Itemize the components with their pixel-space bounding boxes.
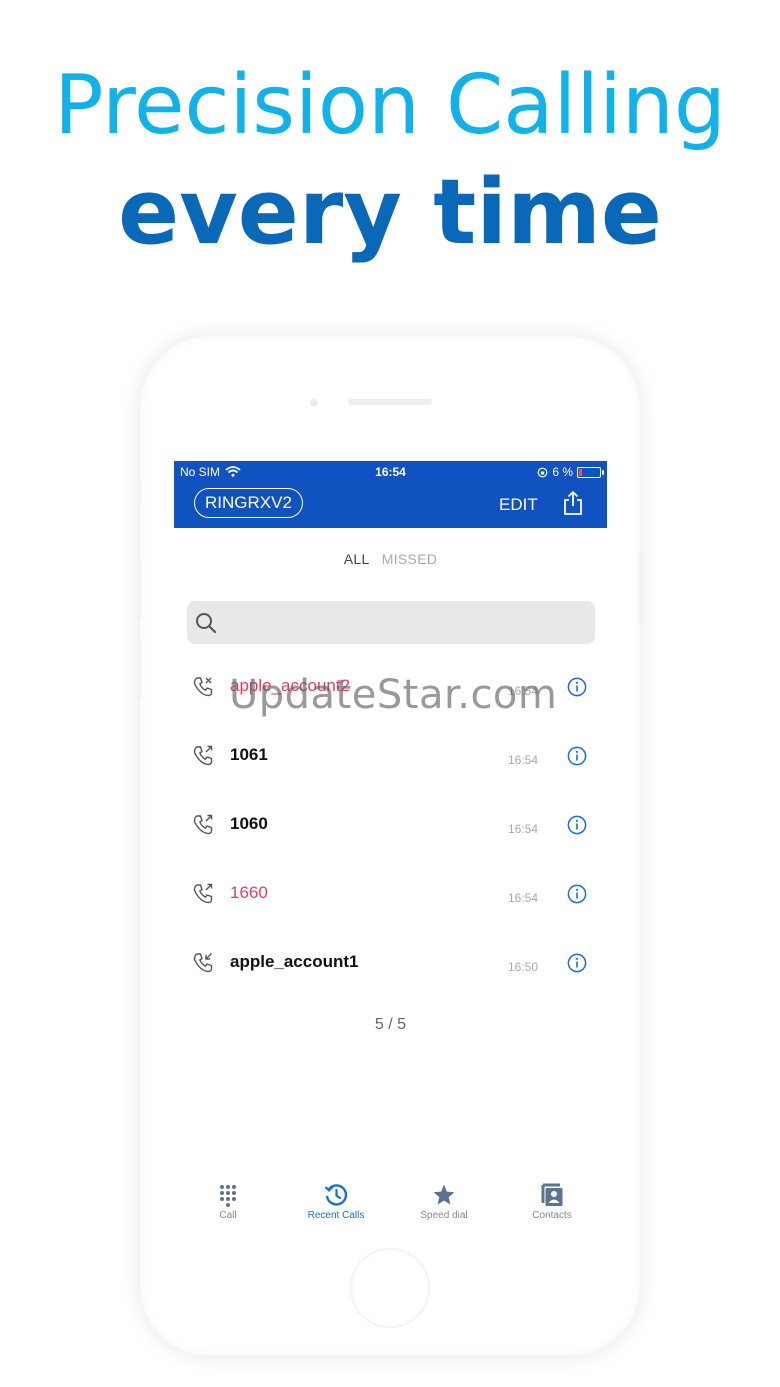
phone-side-button-left-1 — [137, 480, 141, 510]
call-name: apple_account1 — [230, 952, 359, 971]
call-time: 16:50 — [508, 960, 539, 974]
call-name: 1061 — [230, 745, 268, 764]
nav-call-label: Call — [219, 1210, 237, 1221]
call-row[interactable]: 1060 16:54 — [174, 804, 607, 864]
nav-recent-calls-label: Recent Calls — [307, 1210, 365, 1221]
phone-side-button-left-2 — [137, 560, 141, 620]
call-time: 16:54 — [508, 753, 539, 767]
orientation-lock-icon — [537, 467, 548, 477]
tab-all[interactable]: ALL — [344, 551, 370, 567]
incoming-call-icon — [193, 953, 213, 973]
nav-call[interactable]: Call — [174, 1173, 282, 1221]
info-icon[interactable] — [567, 953, 587, 973]
call-counter: 5 / 5 — [374, 1016, 407, 1033]
info-icon[interactable] — [567, 884, 587, 904]
search-input[interactable] — [187, 601, 595, 644]
headline-line-2: every time — [118, 160, 662, 265]
star-icon — [433, 1184, 455, 1205]
call-time: 16:54 — [508, 822, 539, 836]
history-icon — [324, 1184, 348, 1206]
outgoing-call-icon — [193, 814, 213, 835]
watermark-text: UpdateStar.com — [229, 672, 558, 718]
nav-recent-calls[interactable]: Recent Calls — [282, 1173, 390, 1221]
call-row[interactable]: apple_account1 16:50 — [174, 942, 607, 1002]
phone-speaker — [348, 399, 432, 405]
outgoing-call-icon — [193, 883, 213, 904]
call-name: 1660 — [230, 883, 268, 902]
call-row[interactable]: 1660 16:54 — [174, 873, 607, 933]
outgoing-call-icon — [193, 745, 213, 766]
account-selector-button[interactable]: RINGRXV2 — [194, 488, 303, 518]
phone-side-button-right — [639, 555, 643, 625]
bottom-nav: Call Recent Calls Speed dial Contacts — [174, 1173, 607, 1229]
top-bar: No SIM 16:54 6 % RINGRXV2 EDIT — [174, 461, 607, 528]
dialpad-icon — [220, 1185, 236, 1207]
info-icon[interactable] — [567, 677, 587, 697]
call-name: 1060 — [230, 814, 268, 833]
call-time: 16:54 — [508, 891, 539, 905]
nav-contacts-label: Contacts — [532, 1210, 572, 1221]
edit-button[interactable]: EDIT — [499, 495, 538, 515]
nav-speed-dial-label: Speed dial — [420, 1210, 468, 1221]
call-row[interactable]: 1061 16:54 — [174, 735, 607, 795]
tab-missed[interactable]: MISSED — [382, 551, 437, 567]
missed-call-icon — [193, 677, 213, 697]
battery-percent: 6 % — [552, 465, 573, 479]
status-right: 6 % — [537, 465, 604, 479]
home-button[interactable] — [350, 1248, 430, 1328]
headline-line-1: Precision Calling — [54, 58, 726, 153]
phone-side-button-left-3 — [137, 640, 141, 700]
search-icon — [196, 613, 217, 634]
phone-camera — [310, 399, 318, 407]
info-icon[interactable] — [567, 746, 587, 766]
contacts-icon — [541, 1183, 563, 1206]
nav-contacts[interactable]: Contacts — [498, 1173, 606, 1221]
info-icon[interactable] — [567, 815, 587, 835]
app-screen: No SIM 16:54 6 % RINGRXV2 EDIT ALL MISSE… — [174, 461, 607, 1229]
share-icon[interactable] — [562, 490, 584, 516]
call-filter-tabs: ALL MISSED — [174, 551, 607, 567]
nav-speed-dial[interactable]: Speed dial — [390, 1173, 498, 1221]
battery-icon — [577, 466, 604, 478]
